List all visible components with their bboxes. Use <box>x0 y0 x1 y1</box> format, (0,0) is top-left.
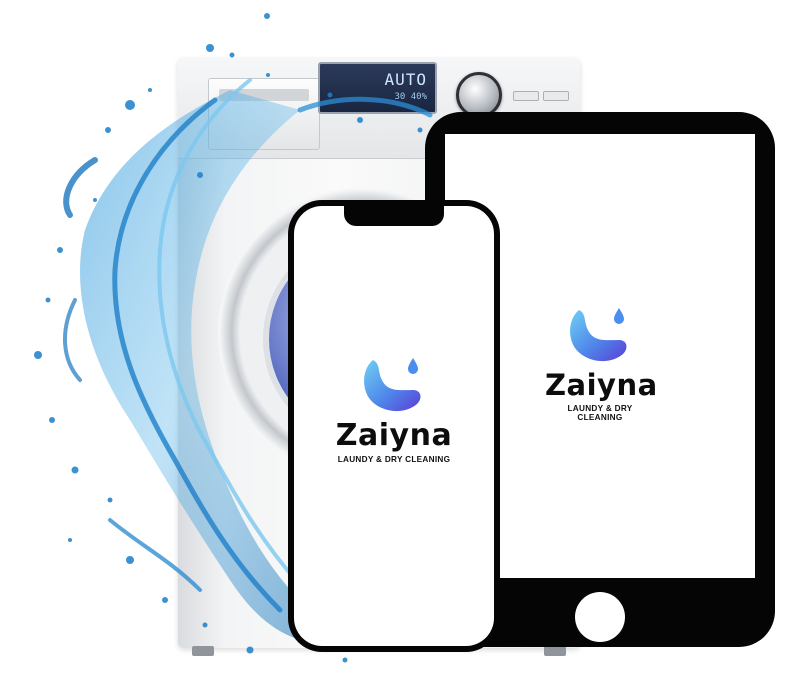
home-button-icon <box>575 592 625 642</box>
brand-logo-tablet: Zaiyna LAUNDY & DRY CLEANING <box>545 306 658 422</box>
panel-buttons <box>513 88 573 101</box>
display-readout: 30 40% <box>394 92 427 102</box>
logo-mark-icon <box>364 358 421 412</box>
lcd-display: AUTO 30 40% <box>318 62 437 114</box>
logo-mark-icon <box>570 308 627 362</box>
brand-logo-phone: Zaiyna LAUNDY & DRY CLEANING <box>334 356 454 464</box>
washer-foot <box>192 646 214 656</box>
display-mode: AUTO <box>384 70 427 89</box>
brand-name: Zaiyna <box>335 418 453 453</box>
start-pause-button <box>513 91 539 101</box>
water-drop-icon <box>408 358 418 374</box>
power-button <box>543 91 569 101</box>
brand-tagline: LAUNDY & DRY CLEANING <box>567 404 633 422</box>
water-drop-icon <box>614 308 624 324</box>
washer-foot <box>544 646 566 656</box>
brand-tagline: LAUNDY & DRY CLEANING <box>337 455 451 464</box>
detergent-drawer <box>208 78 320 150</box>
phone-notch <box>344 206 444 226</box>
drawer-handle <box>219 89 309 101</box>
hero-illustration: AUTO 30 40% Zaiyna LAUNDY & DRY CLEANING… <box>0 0 797 687</box>
phone-device: Zaiyna LAUNDY & DRY CLEANING <box>288 200 500 652</box>
phone-screen: Zaiyna LAUNDY & DRY CLEANING <box>294 206 494 646</box>
brand-name: Zaiyna <box>545 368 658 402</box>
